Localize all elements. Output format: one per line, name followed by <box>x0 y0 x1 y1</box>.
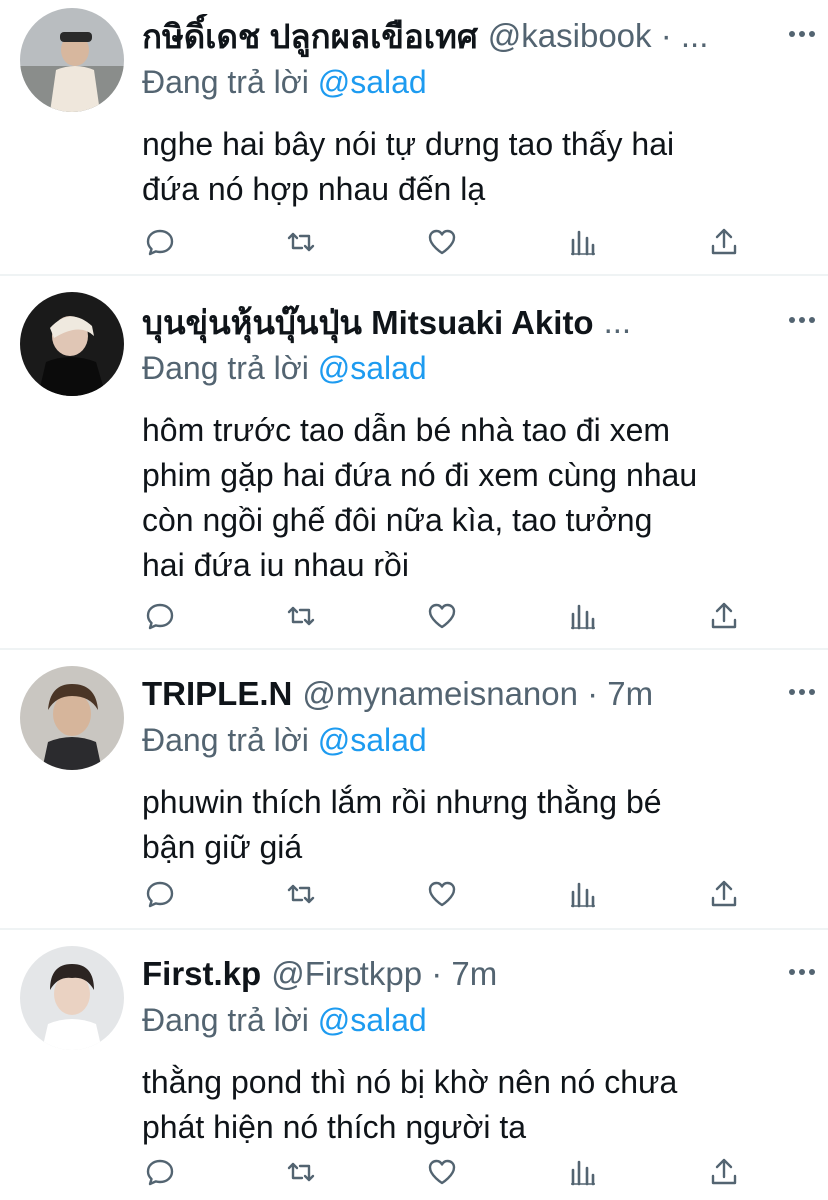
avatar[interactable] <box>20 8 124 112</box>
mention-link[interactable]: @salad <box>318 722 427 758</box>
mention-link[interactable]: @salad <box>318 64 427 100</box>
reply-icon[interactable] <box>142 224 178 260</box>
tweet-header: กษิดิ์เดช ปลูกผลเขือเทศ @kasibook · ... <box>142 14 808 58</box>
share-icon[interactable] <box>706 876 742 912</box>
avatar[interactable] <box>20 946 124 1050</box>
tweet-header: First.kp @Firstkpp · 7m <box>142 952 808 996</box>
retweet-icon[interactable] <box>283 598 319 634</box>
tweet-text-line: đứa nó hợp nhau đến lạ <box>142 171 486 207</box>
avatar[interactable] <box>20 666 124 770</box>
mention-link[interactable]: @salad <box>318 350 427 386</box>
tweet-text-line: hôm trước tao dẫn bé nhà tao đi xem <box>142 412 671 448</box>
analytics-icon[interactable] <box>565 598 601 634</box>
reply-feed: กษิดิ์เดช ปลูกผลเขือเทศ @kasibook · ... … <box>0 0 828 1200</box>
tweet-text: nghe hai bây nói tự dưng tao thấy hai đứ… <box>142 122 808 212</box>
more-options-icon[interactable] <box>784 674 820 710</box>
retweet-icon[interactable] <box>283 1154 319 1190</box>
display-name[interactable]: First.kp <box>142 955 261 993</box>
replying-to: Đang trả lời @salad <box>142 1002 808 1042</box>
tweet-actions <box>142 1152 742 1192</box>
tweet-text-line: còn ngồi ghế đôi nữa kìa, tao tưởng <box>142 502 653 538</box>
analytics-icon[interactable] <box>565 1154 601 1190</box>
replying-to: Đang trả lời @salad <box>142 350 808 390</box>
reply-tweet[interactable]: บุนขุ่นหุ้นบุ๊นปุ่น Mitsuaki Akito ... Đ… <box>0 276 828 650</box>
tweet-text-line: thằng pond thì nó bị khờ nên nó chưa <box>142 1064 678 1100</box>
like-icon[interactable] <box>424 598 460 634</box>
more-options-icon[interactable] <box>784 16 820 52</box>
tweet-text-line: phát hiện nó thích người ta <box>142 1109 526 1145</box>
display-name[interactable]: TRIPLE.N <box>142 675 292 713</box>
reply-icon[interactable] <box>142 598 178 634</box>
retweet-icon[interactable] <box>283 224 319 260</box>
more-options-icon[interactable] <box>784 302 820 338</box>
tweet-header: TRIPLE.N @mynameisnanon · 7m <box>142 672 808 716</box>
user-handle[interactable]: @Firstkpp · 7m <box>271 955 497 993</box>
tweet-text: thằng pond thì nó bị khờ nên nó chưa phá… <box>142 1060 808 1150</box>
tweet-actions <box>142 596 742 636</box>
tweet-text-line: phim gặp hai đứa nó đi xem cùng nhau <box>142 457 698 493</box>
like-icon[interactable] <box>424 876 460 912</box>
share-icon[interactable] <box>706 598 742 634</box>
avatar[interactable] <box>20 292 124 396</box>
tweet-actions <box>142 222 742 262</box>
like-icon[interactable] <box>424 1154 460 1190</box>
reply-icon[interactable] <box>142 1154 178 1190</box>
retweet-icon[interactable] <box>283 876 319 912</box>
tweet-header: บุนขุ่นหุ้นบุ๊นปุ่น Mitsuaki Akito ... <box>142 300 808 344</box>
tweet-text-line: phuwin thích lắm rồi nhưng thằng bé <box>142 784 662 820</box>
analytics-icon[interactable] <box>565 876 601 912</box>
like-icon[interactable] <box>424 224 460 260</box>
reply-tweet[interactable]: กษิดิ์เดช ปลูกผลเขือเทศ @kasibook · ... … <box>0 0 828 276</box>
reply-tweet[interactable]: First.kp @Firstkpp · 7m Đang trả lời @sa… <box>0 930 828 1200</box>
user-handle[interactable]: ... <box>604 303 632 341</box>
tweet-text: hôm trước tao dẫn bé nhà tao đi xem phim… <box>142 408 808 588</box>
replying-to: Đang trả lời @salad <box>142 722 808 762</box>
tweet-actions <box>142 874 742 914</box>
tweet-text-line: bận giữ giá <box>142 829 303 865</box>
user-handle[interactable]: @mynameisnanon · 7m <box>302 675 653 713</box>
reply-icon[interactable] <box>142 876 178 912</box>
tweet-text-line: nghe hai bây nói tự dưng tao thấy hai <box>142 126 675 162</box>
share-icon[interactable] <box>706 224 742 260</box>
replying-prefix: Đang trả lời <box>142 1002 309 1038</box>
replying-prefix: Đang trả lời <box>142 64 309 100</box>
reply-tweet[interactable]: TRIPLE.N @mynameisnanon · 7m Đang trả lờ… <box>0 650 828 930</box>
share-icon[interactable] <box>706 1154 742 1190</box>
more-options-icon[interactable] <box>784 954 820 990</box>
replying-prefix: Đang trả lời <box>142 722 309 758</box>
mention-link[interactable]: @salad <box>318 1002 427 1038</box>
user-handle[interactable]: @kasibook · ... <box>488 17 709 55</box>
analytics-icon[interactable] <box>565 224 601 260</box>
replying-prefix: Đang trả lời <box>142 350 309 386</box>
replying-to: Đang trả lời @salad <box>142 64 808 104</box>
tweet-text: phuwin thích lắm rồi nhưng thằng bé bận … <box>142 780 808 870</box>
tweet-text-line: hai đứa iu nhau rồi <box>142 547 409 583</box>
display-name[interactable]: บุนขุ่นหุ้นบุ๊นปุ่น Mitsuaki Akito <box>142 300 594 344</box>
display-name[interactable]: กษิดิ์เดช ปลูกผลเขือเทศ <box>142 14 478 58</box>
